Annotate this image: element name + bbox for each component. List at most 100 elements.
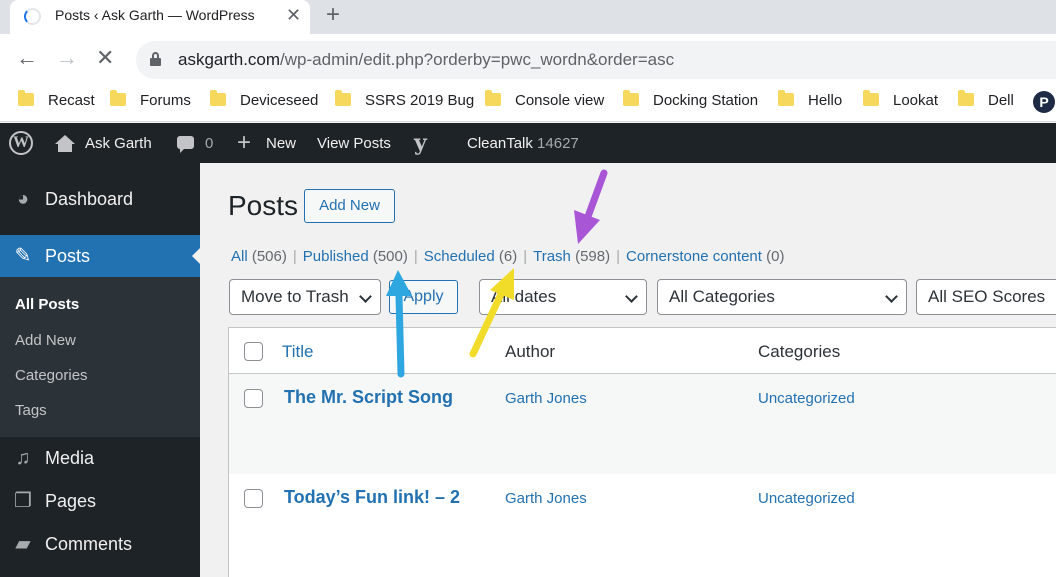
- bookmark-label: Hello: [808, 92, 843, 109]
- forward-arrow-icon[interactable]: →: [56, 46, 78, 70]
- submenu-categories[interactable]: Categories: [15, 367, 88, 384]
- seo-filter-value: All SEO Scores: [928, 287, 1046, 306]
- apply-button[interactable]: Apply: [389, 280, 458, 314]
- url-path: /wp-admin/edit.php?orderby=pwc_wordn&ord…: [280, 50, 675, 69]
- column-author: Author: [505, 342, 556, 361]
- bookmark-label: Forums: [140, 92, 191, 109]
- filter-count: (506): [251, 248, 287, 265]
- folder-icon: [623, 90, 639, 106]
- purple-arrow-icon: [574, 169, 608, 244]
- chevron-down-icon: [359, 290, 372, 303]
- filter-scheduled[interactable]: Scheduled: [424, 248, 495, 265]
- bookmark-lookat[interactable]: Lookat: [863, 90, 939, 114]
- bulk-action-value: Move to Trash: [241, 287, 349, 306]
- filter-count: (6): [498, 248, 518, 265]
- filter-count: (500): [372, 248, 408, 265]
- filter-all[interactable]: All: [231, 248, 248, 265]
- seo-score-filter-select[interactable]: All SEO Scores: [916, 279, 1056, 315]
- dates-filter-select[interactable]: All dates: [479, 279, 647, 315]
- table-row: Today’s Fun link! – 2 Garth Jones Uncate…: [229, 474, 1056, 574]
- select-all-checkbox[interactable]: [244, 342, 263, 361]
- sidebar-item-label: Pages: [45, 491, 97, 511]
- site-name-link[interactable]: Ask Garth: [85, 123, 152, 163]
- folder-icon: [958, 90, 974, 106]
- chevron-down-icon: [625, 290, 638, 303]
- folder-icon: [110, 90, 126, 106]
- post-author-link[interactable]: Garth Jones: [505, 390, 587, 407]
- posts-table: Title Author Categories The Mr. Script S…: [228, 327, 1056, 577]
- post-author-link[interactable]: Garth Jones: [505, 490, 587, 507]
- chevron-down-icon: [885, 290, 898, 303]
- media-icon: ♫: [15, 447, 31, 469]
- add-new-button[interactable]: Add New: [304, 189, 395, 223]
- comments-icon[interactable]: [177, 136, 194, 153]
- table-row: The Mr. Script Song Garth Jones Uncatego…: [229, 374, 1056, 474]
- url-host: askgarth.com: [178, 50, 281, 69]
- row-checkbox[interactable]: [244, 389, 263, 408]
- bookmark-profile-icon[interactable]: P: [1033, 91, 1055, 113]
- bookmark-hello[interactable]: Hello: [778, 90, 843, 114]
- view-posts-link[interactable]: View Posts: [317, 123, 391, 163]
- bookmark-docking-station[interactable]: Docking Station: [623, 90, 759, 114]
- table-header: Title Author Categories: [229, 328, 1056, 374]
- browser-tab[interactable]: Posts ‹ Ask Garth — WordPress ✕: [10, 0, 310, 34]
- bookmark-deviceseed[interactable]: Deviceseed: [210, 90, 318, 114]
- bookmark-console-view[interactable]: Console view: [485, 90, 604, 114]
- bookmark-ssrs[interactable]: SSRS 2019 Bug: [335, 90, 474, 114]
- folder-icon: [210, 90, 226, 106]
- wp-admin-bar: W Ask Garth 0 + New View Posts y CleanTa…: [0, 123, 1056, 163]
- back-arrow-icon[interactable]: ←: [16, 46, 38, 70]
- lock-icon[interactable]: [150, 52, 161, 66]
- submenu-tags[interactable]: Tags: [15, 402, 47, 419]
- filter-published[interactable]: Published: [303, 248, 369, 265]
- plus-icon[interactable]: +: [237, 123, 251, 163]
- post-title-link[interactable]: Today’s Fun link! – 2: [284, 487, 460, 508]
- filter-trash[interactable]: Trash: [533, 248, 571, 265]
- dates-filter-value: All dates: [491, 287, 557, 306]
- sidebar-item-dashboard[interactable]: ◕ Dashboard: [0, 178, 200, 220]
- address-bar[interactable]: askgarth.com/wp-admin/edit.php?orderby=p…: [136, 41, 1056, 79]
- post-category-link[interactable]: Uncategorized: [758, 490, 855, 507]
- posts-submenu: All Posts Add New Categories Tags: [0, 277, 200, 437]
- bookmark-forums[interactable]: Forums: [110, 90, 191, 114]
- stop-loading-icon[interactable]: ✕: [96, 46, 114, 70]
- folder-icon: [778, 90, 794, 106]
- category-filter-select[interactable]: All Categories: [657, 279, 907, 315]
- dashboard-gauge-icon: ◕: [16, 188, 30, 210]
- column-title-sort[interactable]: Title: [282, 342, 314, 362]
- bookmarks-bar: Recast Forums Deviceseed SSRS 2019 Bug C…: [0, 84, 1056, 122]
- yoast-seo-icon[interactable]: y: [414, 132, 436, 154]
- row-checkbox[interactable]: [244, 489, 263, 508]
- sidebar-item-label: Comments: [45, 534, 133, 554]
- folder-icon: [863, 90, 879, 106]
- filter-cornerstone[interactable]: Cornerstone content: [626, 248, 762, 265]
- cleantalk-label: CleanTalk: [467, 135, 533, 152]
- cleantalk-count: 14627: [537, 135, 579, 152]
- home-icon[interactable]: [55, 135, 75, 153]
- comments-count[interactable]: 0: [205, 123, 213, 163]
- post-title-link[interactable]: The Mr. Script Song: [284, 387, 453, 408]
- bookmark-label: Docking Station: [653, 92, 759, 109]
- submenu-all-posts[interactable]: All Posts: [15, 296, 79, 313]
- wordpress-logo-icon[interactable]: W: [9, 131, 33, 155]
- sidebar-item-posts[interactable]: ✎ Posts: [0, 235, 200, 277]
- submenu-add-new[interactable]: Add New: [15, 332, 76, 349]
- new-content-link[interactable]: New: [266, 123, 296, 163]
- browser-toolbar: ← → ✕ askgarth.com/wp-admin/edit.php?ord…: [0, 34, 1056, 84]
- filter-count: (0): [766, 248, 785, 265]
- close-tab-icon[interactable]: ✕: [286, 4, 301, 26]
- new-tab-icon[interactable]: +: [326, 2, 340, 28]
- bookmark-recast[interactable]: Recast: [18, 90, 95, 114]
- bookmark-label: Lookat: [893, 92, 939, 109]
- sidebar-item-pages[interactable]: ❐ Pages: [0, 480, 200, 522]
- bulk-action-select[interactable]: Move to Trash: [229, 279, 381, 315]
- bookmark-dell[interactable]: Dell: [958, 90, 1014, 114]
- status-filter-links: All (506) | Published (500) | Scheduled (6) |…: [231, 248, 785, 265]
- cleantalk-link[interactable]: CleanTalk 14627: [467, 123, 579, 163]
- pages-icon: ❐: [14, 490, 32, 512]
- post-category-link[interactable]: Uncategorized: [758, 390, 855, 407]
- url-text[interactable]: askgarth.com/wp-admin/edit.php?orderby=p…: [178, 50, 674, 70]
- sidebar-item-media[interactable]: ♫ Media: [0, 437, 200, 479]
- pushpin-icon: ✎: [14, 245, 32, 267]
- sidebar-item-comments[interactable]: ▰ Comments: [0, 523, 200, 565]
